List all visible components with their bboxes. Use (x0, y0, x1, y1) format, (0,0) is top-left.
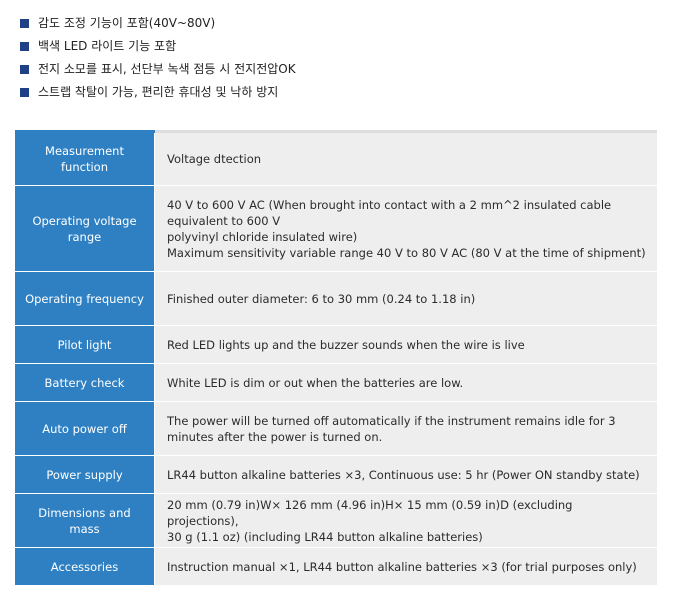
feature-text: 감도 조정 기능이 포함(40V~80V) (38, 16, 216, 30)
square-bullet-icon (20, 65, 29, 74)
spec-value-line: White LED is dim or out when the batteri… (167, 375, 464, 390)
spec-label: Power supply (15, 455, 155, 494)
feature-text: 스트랩 착탈이 가능, 편리한 휴대성 및 낙하 방지 (38, 85, 279, 99)
feature-item: 스트랩 착탈이 가능, 편리한 휴대성 및 낙하 방지 (20, 81, 296, 104)
spec-value: LR44 button alkaline batteries ×3, Conti… (154, 455, 657, 494)
spec-value: The power will be turned off automatical… (154, 401, 657, 456)
feature-item: 감도 조정 기능이 포함(40V~80V) (20, 12, 296, 35)
spec-row-accessories: Accessories Instruction manual ×1, LR44 … (15, 547, 657, 586)
spec-row-operating-frequency: Operating frequency Finished outer diame… (15, 271, 657, 326)
spec-row-dimensions-and-mass: Dimensions and mass 20 mm (0.79 in)W× 12… (15, 493, 657, 548)
spec-value: Red LED lights up and the buzzer sounds … (154, 325, 657, 364)
feature-item: 전지 소모를 표시, 선단부 녹색 점등 시 전지전압OK (20, 58, 296, 81)
feature-text: 백색 LED 라이트 기능 포함 (38, 39, 177, 53)
spec-label: Accessories (15, 547, 155, 586)
spec-table: Measurement function Voltage dtection Op… (15, 130, 657, 586)
spec-row-measurement-function: Measurement function Voltage dtection (15, 130, 657, 186)
spec-value-line: Finished outer diameter: 6 to 30 mm (0.2… (167, 291, 476, 306)
spec-value: White LED is dim or out when the batteri… (154, 363, 657, 402)
spec-value-line: polyvinyl chloride insulated wire) (167, 229, 358, 244)
square-bullet-icon (20, 19, 29, 28)
spec-value: 20 mm (0.79 in)W× 126 mm (4.96 in)H× 15 … (154, 493, 657, 548)
square-bullet-icon (20, 42, 29, 51)
spec-value: Finished outer diameter: 6 to 30 mm (0.2… (154, 271, 657, 326)
spec-label: Operating frequency (15, 271, 155, 326)
spec-row-auto-power-off: Auto power off The power will be turned … (15, 401, 657, 456)
feature-text: 전지 소모를 표시, 선단부 녹색 점등 시 전지전압OK (38, 62, 296, 76)
spec-value: Instruction manual ×1, LR44 button alkal… (154, 547, 657, 586)
spec-label: Battery check (15, 363, 155, 402)
spec-label: Dimensions and mass (15, 493, 155, 548)
spec-row-pilot-light: Pilot light Red LED lights up and the bu… (15, 325, 657, 364)
feature-item: 백색 LED 라이트 기능 포함 (20, 35, 296, 58)
spec-value-line: Red LED lights up and the buzzer sounds … (167, 337, 525, 352)
spec-label: Auto power off (15, 401, 155, 456)
spec-value-line: 30 g (1.1 oz) (including LR44 button alk… (167, 529, 483, 544)
spec-value-line: Voltage dtection (167, 152, 262, 166)
spec-value: 40 V to 600 V AC (When brought into cont… (154, 185, 657, 272)
spec-value-line: LR44 button alkaline batteries ×3, Conti… (167, 467, 640, 482)
spec-row-battery-check: Battery check White LED is dim or out wh… (15, 363, 657, 402)
spec-label: Pilot light (15, 325, 155, 364)
spec-label: Operating voltage range (15, 185, 155, 272)
spec-value-line: The power will be turned off automatical… (167, 413, 616, 444)
spec-row-power-supply: Power supply LR44 button alkaline batter… (15, 455, 657, 494)
spec-value-line: Maximum sensitivity variable range 40 V … (167, 245, 646, 260)
spec-value-line: 40 V to 600 V AC (When brought into cont… (167, 197, 612, 228)
spec-value: Voltage dtection (154, 130, 657, 186)
spec-value-line: Instruction manual ×1, LR44 button alkal… (167, 559, 637, 574)
square-bullet-icon (20, 88, 29, 97)
spec-row-operating-voltage-range: Operating voltage range 40 V to 600 V AC… (15, 185, 657, 272)
spec-label: Measurement function (15, 130, 155, 186)
spec-value-line: 20 mm (0.79 in)W× 126 mm (4.96 in)H× 15 … (167, 497, 573, 528)
feature-list: 감도 조정 기능이 포함(40V~80V) 백색 LED 라이트 기능 포함 전… (20, 12, 296, 104)
